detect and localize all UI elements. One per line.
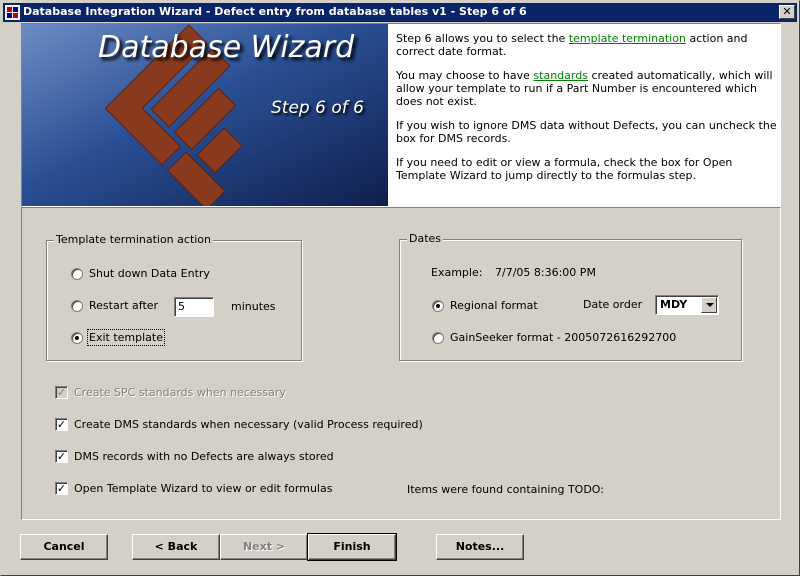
spc-standards-label: Create SPC standards when necessary xyxy=(74,386,286,399)
regional-radio[interactable] xyxy=(432,299,444,312)
dates-legend: Dates xyxy=(407,232,444,245)
regional-radio-option[interactable]: Regional format xyxy=(432,299,538,312)
gainseeker-radio[interactable] xyxy=(432,331,444,344)
close-icon[interactable]: ✕ xyxy=(779,5,795,19)
gainseeker-label: GainSeeker format - 2005072616292700 xyxy=(450,331,677,344)
help-text-fragment: You may choose to have xyxy=(396,69,534,82)
example-value: 7/7/05 8:36:00 PM xyxy=(495,266,596,279)
shutdown-radio[interactable] xyxy=(71,267,83,280)
cancel-button[interactable]: Cancel xyxy=(20,534,108,560)
help-paragraph-3: If you wish to ignore DMS data without D… xyxy=(396,119,777,145)
date-order-select[interactable]: MDY xyxy=(655,295,719,315)
termination-legend: Template termination action xyxy=(54,233,214,246)
dms-standards-checkbox[interactable]: ✓ xyxy=(55,418,68,431)
exit-radio-option[interactable]: Exit template xyxy=(71,329,165,346)
banner-step: Step 6 of 6 xyxy=(271,98,364,118)
date-order-value: MDY xyxy=(660,298,688,311)
banner-title: Database Wizard xyxy=(98,30,355,65)
exit-radio[interactable] xyxy=(71,331,83,344)
app-icon[interactable] xyxy=(5,5,20,20)
restart-radio-option[interactable]: Restart after xyxy=(71,299,158,312)
restart-label: Restart after xyxy=(89,299,159,312)
open-template-wizard-checkbox[interactable]: ✓ xyxy=(55,482,68,495)
back-button[interactable]: < Back xyxy=(132,534,220,560)
dms-standards-option[interactable]: ✓ Create DMS standards when necessary (v… xyxy=(55,418,423,431)
finish-button[interactable]: Finish xyxy=(307,533,397,561)
help-paragraph-1: Step 6 allows you to select the template… xyxy=(396,32,780,58)
wizard-banner: Database Wizard Step 6 of 6 Step 6 allow… xyxy=(21,23,781,207)
dates-group: Dates Example: 7/7/05 8:36:00 PM Regiona… xyxy=(399,232,742,361)
termination-group: Template termination action Shut down Da… xyxy=(46,233,302,361)
title-bar[interactable]: Database Integration Wizard - Defect ent… xyxy=(3,3,797,22)
wizard-window: Database Integration Wizard - Defect ent… xyxy=(0,0,800,576)
help-paragraph-4: If you need to edit or view a formula, c… xyxy=(396,156,733,182)
restart-radio[interactable] xyxy=(71,299,83,312)
dms-standards-label: Create DMS standards when necessary (val… xyxy=(74,418,423,431)
minutes-label: minutes xyxy=(231,300,276,313)
options-panel: Template termination action Shut down Da… xyxy=(21,207,781,520)
next-button[interactable]: Next > xyxy=(220,534,308,560)
regional-label: Regional format xyxy=(450,299,538,312)
open-template-wizard-label: Open Template Wizard to view or edit for… xyxy=(74,482,333,495)
spc-standards-option: ✓ Create SPC standards when necessary xyxy=(55,386,286,399)
standards-link[interactable]: standards xyxy=(533,69,588,82)
help-text-fragment: Step 6 allows you to select the xyxy=(396,32,569,45)
todo-notice: Items were found containing TODO: xyxy=(407,483,604,496)
dms-records-option[interactable]: ✓ DMS records with no Defects are always… xyxy=(55,450,334,463)
example-label: Example: xyxy=(431,266,483,279)
chevron-down-icon[interactable] xyxy=(701,297,717,313)
help-paragraph-2: You may choose to have standards created… xyxy=(396,69,780,108)
exit-label: Exit template xyxy=(87,329,165,346)
date-order-label: Date order xyxy=(583,298,643,311)
gainseeker-radio-option[interactable]: GainSeeker format - 2005072616292700 xyxy=(432,331,676,344)
restart-minutes-input[interactable]: 5 xyxy=(174,297,214,317)
spc-standards-checkbox: ✓ xyxy=(55,386,68,399)
shutdown-radio-option[interactable]: Shut down Data Entry xyxy=(71,267,210,280)
dms-records-checkbox[interactable]: ✓ xyxy=(55,450,68,463)
template-termination-link[interactable]: template termination xyxy=(569,32,686,45)
dms-records-label: DMS records with no Defects are always s… xyxy=(74,450,334,463)
window-title: Database Integration Wizard - Defect ent… xyxy=(23,5,527,18)
help-text: Step 6 allows you to select the template… xyxy=(396,32,780,193)
banner-logo-art: Database Wizard Step 6 of 6 xyxy=(22,24,388,206)
open-template-wizard-option[interactable]: ✓ Open Template Wizard to view or edit f… xyxy=(55,482,332,495)
notes-button[interactable]: Notes... xyxy=(436,534,524,560)
shutdown-label: Shut down Data Entry xyxy=(89,267,210,280)
